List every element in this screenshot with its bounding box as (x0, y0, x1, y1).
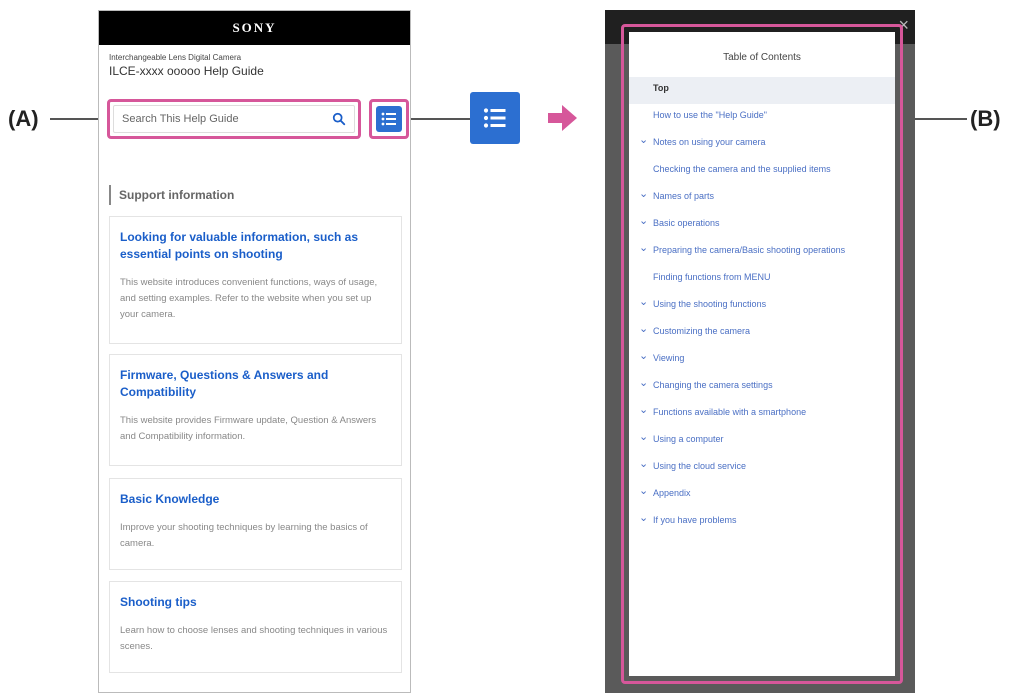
chevron-down-icon[interactable]: ⌄ (639, 405, 653, 416)
support-card[interactable]: Shooting tips Learn how to choose lenses… (109, 581, 402, 673)
chevron-down-icon[interactable]: ⌄ (639, 513, 653, 524)
chevron-down-icon[interactable]: ⌄ (639, 243, 653, 254)
help-guide-home-screen: SONY Interchangeable Lens Digital Camera… (98, 10, 411, 693)
toc-item[interactable]: ⌄ Basic operations (629, 212, 895, 239)
toc-panel: Table of Contents Top How to use the "Hel… (629, 32, 895, 676)
toc-item[interactable]: ⌄ Using the shooting functions (629, 293, 895, 320)
search-input[interactable] (122, 113, 332, 125)
toc-item-label: Preparing the camera/Basic shooting oper… (653, 245, 846, 255)
toc-item[interactable]: Checking the camera and the supplied ite… (629, 158, 895, 185)
toc-title: Table of Contents (723, 52, 801, 63)
card-description: This website introduces convenient funct… (120, 277, 378, 320)
arrow-right-icon (548, 105, 577, 131)
chevron-down-icon[interactable]: ⌄ (639, 459, 653, 470)
toc-item-label: Using the cloud service (653, 461, 747, 471)
support-card[interactable]: Firmware, Questions & Answers and Compat… (109, 354, 402, 466)
toc-list: Top How to use the "Help Guide" ⌄ Notes on … (629, 77, 895, 536)
toc-item-label: Viewing (653, 353, 685, 363)
card-description: Learn how to choose lenses and shooting … (120, 625, 388, 652)
table-of-contents-screen: × Table of Contents Top How to use the "H… (605, 10, 915, 693)
callout-b: (B) (970, 106, 1001, 131)
toc-button-leader-line (406, 118, 470, 120)
chevron-down-icon[interactable]: ⌄ (639, 324, 653, 335)
toc-item-label: Using a computer (653, 434, 724, 444)
support-card[interactable]: Basic Knowledge Improve your shooting te… (109, 478, 402, 570)
toc-item[interactable]: ⌄ Functions available with a smartphone (629, 401, 895, 428)
toc-item-label: How to use the "Help Guide" (653, 110, 767, 120)
toc-item-label: Changing the camera settings (653, 380, 773, 390)
guide-header: Interchangeable Lens Digital Camera ILCE… (99, 45, 410, 78)
chevron-down-icon[interactable]: ⌄ (639, 135, 653, 146)
list-icon (483, 108, 506, 128)
chevron-down-icon[interactable]: ⌄ (639, 432, 653, 443)
chevron-down-icon[interactable]: ⌄ (639, 486, 653, 497)
brand-logo: SONY (99, 11, 410, 45)
toc-item[interactable]: How to use the "Help Guide" (629, 104, 895, 131)
chevron-down-icon[interactable]: ⌄ (639, 189, 653, 200)
toc-item[interactable]: ⌄ Using a computer (629, 428, 895, 455)
chevron-down-icon[interactable]: ⌄ (639, 378, 653, 389)
toc-item-label: Customizing the camera (653, 326, 751, 336)
search-highlight (107, 99, 361, 139)
toc-item[interactable]: ⌄ Appendix (629, 482, 895, 509)
toc-item[interactable]: ⌄ Changing the camera settings (629, 374, 895, 401)
toc-item-label: Appendix (653, 488, 691, 498)
toc-highlight: Table of Contents Top How to use the "Hel… (621, 24, 903, 684)
toc-item-label: If you have problems (653, 515, 737, 525)
toc-item-label: Top (653, 83, 669, 93)
toc-item[interactable]: Top (629, 77, 895, 104)
toc-item[interactable]: ⌄ Using the cloud service (629, 455, 895, 482)
card-description: This website provides Firmware update, Q… (120, 415, 377, 442)
toc-item-label: Basic operations (653, 218, 720, 228)
card-description: Improve your shooting techniques by lear… (120, 522, 368, 549)
search-icon[interactable] (332, 112, 346, 126)
toc-item-label: Names of parts (653, 191, 715, 201)
card-title[interactable]: Firmware, Questions & Answers and Compat… (120, 367, 391, 401)
card-title[interactable]: Looking for valuable information, such a… (120, 229, 391, 263)
toc-item[interactable]: Finding functions from MENU (629, 266, 895, 293)
list-icon (381, 112, 396, 126)
toc-button-highlight (369, 99, 409, 139)
table-of-contents-button[interactable] (376, 106, 402, 132)
support-card[interactable]: Looking for valuable information, such a… (109, 216, 402, 344)
chevron-down-icon[interactable]: ⌄ (639, 216, 653, 227)
toc-item-label: Using the shooting functions (653, 299, 767, 309)
toc-item[interactable]: ⌄ Notes on using your camera (629, 131, 895, 158)
toc-item-label: Functions available with a smartphone (653, 407, 807, 417)
toc-item[interactable]: ⌄ Preparing the camera/Basic shooting ope… (629, 239, 895, 266)
card-title[interactable]: Shooting tips (120, 594, 391, 611)
card-title[interactable]: Basic Knowledge (120, 491, 391, 508)
toc-item-label: Checking the camera and the supplied ite… (653, 164, 831, 174)
toc-item[interactable]: ⌄ If you have problems (629, 509, 895, 536)
guide-title: ILCE-xxxx ooooo Help Guide (109, 64, 264, 78)
toc-item[interactable]: ⌄ Viewing (629, 347, 895, 374)
support-heading: Support information (109, 185, 234, 205)
chevron-down-icon[interactable]: ⌄ (639, 351, 653, 362)
toc-item-label: Finding functions from MENU (653, 272, 771, 282)
toc-item[interactable]: ⌄ Customizing the camera (629, 320, 895, 347)
toc-item[interactable]: ⌄ Names of parts (629, 185, 895, 212)
toc-button-enlarged (470, 92, 520, 144)
chevron-down-icon[interactable]: ⌄ (639, 297, 653, 308)
guide-subtitle: Interchangeable Lens Digital Camera (109, 53, 242, 62)
search-bar (113, 105, 355, 133)
callout-a: (A) (8, 106, 39, 131)
toc-item-label: Notes on using your camera (653, 137, 766, 147)
